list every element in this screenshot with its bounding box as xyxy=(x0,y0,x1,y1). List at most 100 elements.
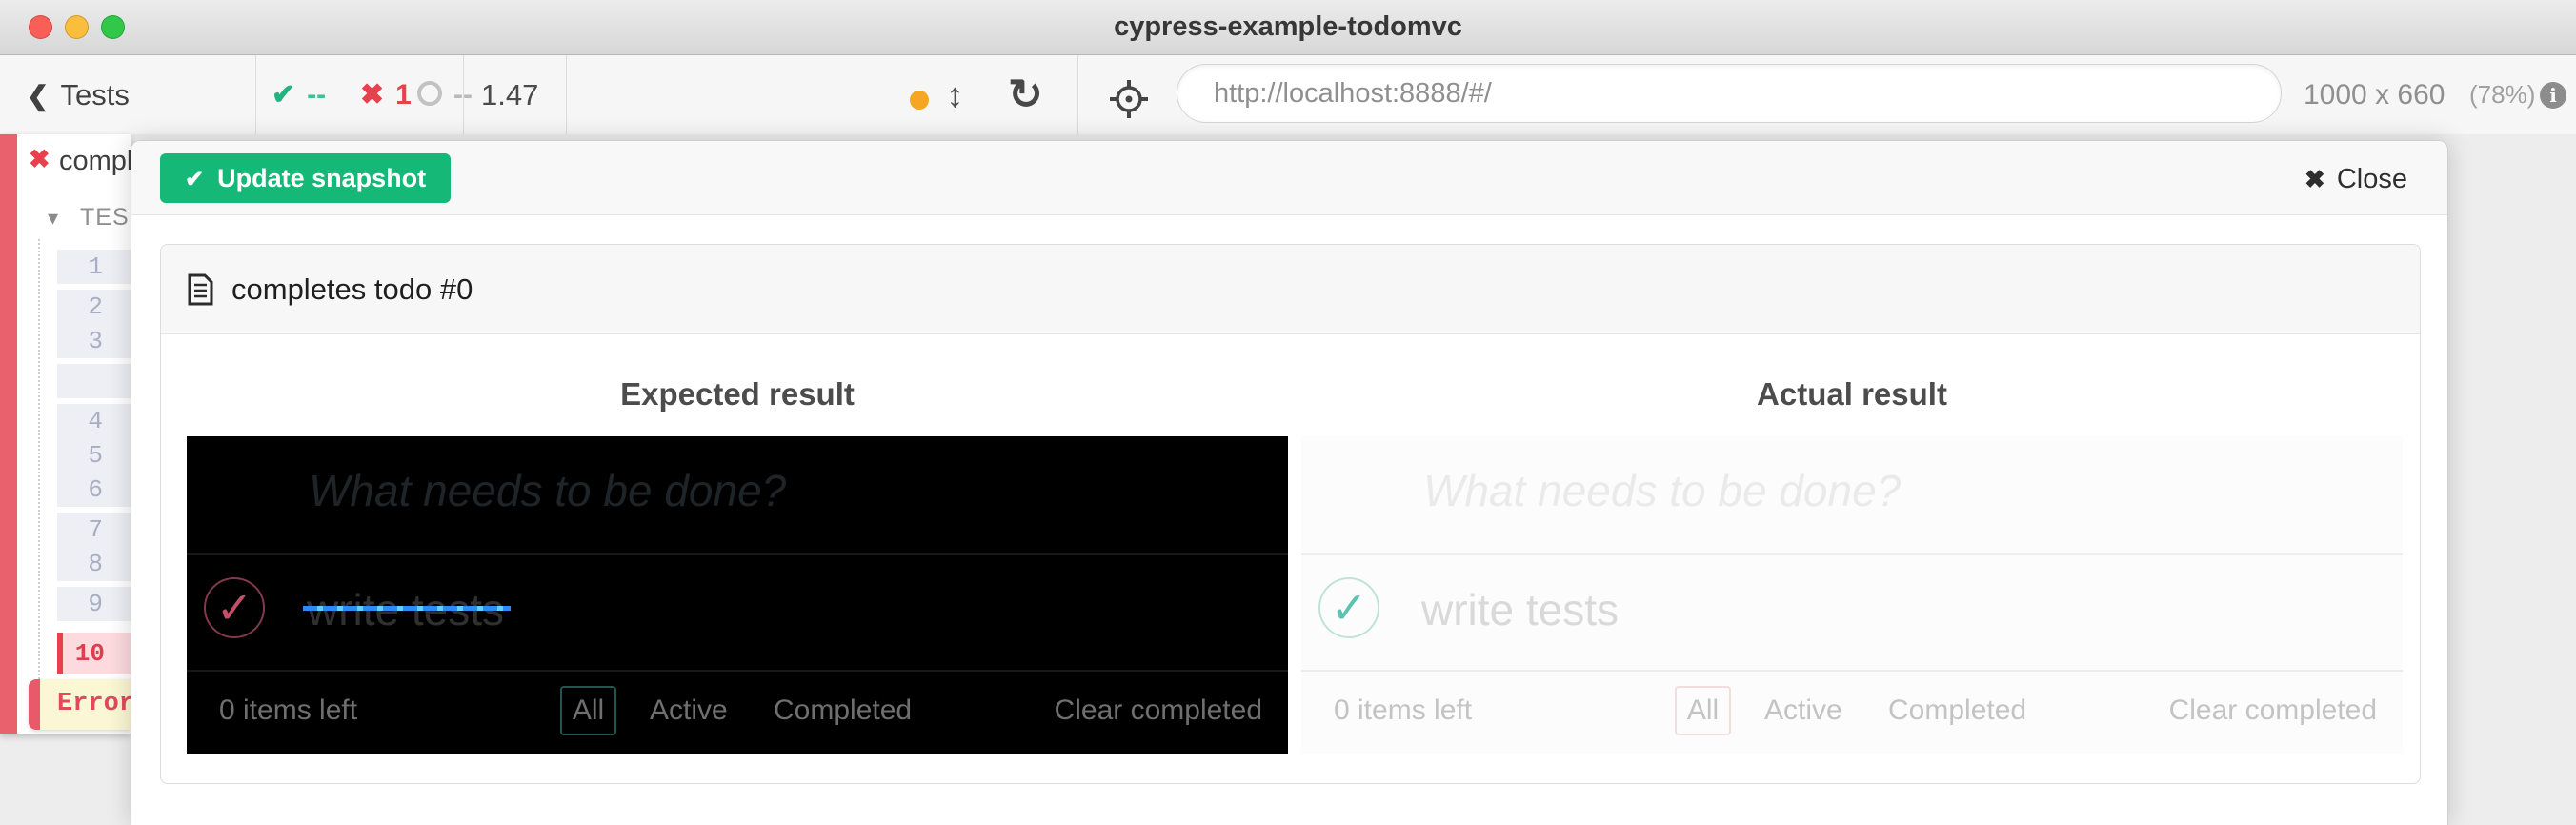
code-line: 3 xyxy=(57,324,131,358)
error-accent-bar xyxy=(29,679,40,730)
divider xyxy=(1301,670,2403,672)
items-left-label: 0 items left xyxy=(1334,686,1472,735)
test-title-label: compl xyxy=(59,146,131,177)
code-line: 4 c xyxy=(57,404,131,438)
document-icon xyxy=(188,273,213,306)
strikethrough-line xyxy=(303,606,511,611)
line-number: 4 xyxy=(57,404,103,438)
error-banner: Error: xyxy=(29,679,131,730)
code-line: 6 xyxy=(57,473,131,507)
code-line-error: 10 xyxy=(57,633,131,674)
diff-panel-header: completes todo #0 xyxy=(161,245,2420,334)
code-line: 7 c xyxy=(57,513,131,547)
indent-guide-line xyxy=(38,239,40,679)
update-snapshot-label: Update snapshot xyxy=(217,164,426,192)
app-window: cypress-example-todomvc ❮Tests ✔-- ✖1 --… xyxy=(0,0,2576,825)
check-icon: ✔ xyxy=(185,167,204,192)
line-number: 9 xyxy=(57,587,103,621)
code-line: 9 c xyxy=(57,587,131,621)
passed-stat: ✔-- xyxy=(272,55,326,134)
update-snapshot-button[interactable]: ✔ Update snapshot xyxy=(160,153,451,203)
error-label: Error: xyxy=(57,679,131,730)
failed-stat: ✖1 xyxy=(360,55,412,134)
close-label: Close xyxy=(2337,164,2407,194)
section-label: TES xyxy=(80,204,130,231)
runner-toolbar: ❮Tests ✔-- ✖1 -- 1.47 ↕ ↻ xyxy=(0,55,2576,135)
failed-test-strip xyxy=(0,134,17,734)
filter-active: Active xyxy=(1764,686,1842,735)
todo-check-icon: ✓ xyxy=(1331,583,1368,633)
code-line: 2 c xyxy=(57,290,131,324)
test-failed-icon: ✖ xyxy=(29,145,50,174)
todo-check-icon: ✓ xyxy=(216,583,253,633)
crosshair-icon xyxy=(1109,79,1149,119)
code-line: c xyxy=(57,364,131,398)
todo-toggle-icon: ✓ xyxy=(1318,577,1379,638)
actual-snapshot-image: What needs to be done? ✓ write tests 0 i… xyxy=(1301,436,2403,754)
line-number: 7 xyxy=(57,513,103,547)
line-number: 5 xyxy=(57,438,103,473)
viewport-info-icon[interactable]: i xyxy=(2540,82,2566,109)
divider xyxy=(187,553,1288,555)
pending-count: -- xyxy=(453,79,473,111)
viewport-zoom-label: (78%) xyxy=(2469,55,2535,134)
line-number: 10 xyxy=(59,633,105,674)
failed-cross-icon: ✖ xyxy=(360,79,384,111)
filter-completed: Completed xyxy=(774,686,912,735)
url-bar[interactable]: http://localhost:8888/#/ xyxy=(1177,64,2282,123)
close-icon: ✖ xyxy=(2304,165,2325,193)
divider xyxy=(1301,553,2403,555)
viewport-indicator: ↕ xyxy=(910,55,963,134)
code-line: 5 xyxy=(57,438,131,473)
code-line: 1 v xyxy=(57,250,131,284)
back-to-tests-label: Tests xyxy=(60,78,129,111)
actual-result-header: Actual result xyxy=(1301,376,2403,412)
back-to-tests-button[interactable]: ❮ Tests xyxy=(27,55,130,134)
passed-count: -- xyxy=(307,79,326,111)
toolbar-divider xyxy=(566,55,567,134)
filter-completed: Completed xyxy=(1888,686,2026,735)
test-duration: 1.47 xyxy=(481,55,538,134)
viewport-size-label: 1000 x 660 xyxy=(2304,55,2445,134)
expected-result-header: Expected result xyxy=(187,376,1288,412)
toolbar-divider xyxy=(1077,55,1078,134)
refresh-icon: ↻ xyxy=(1008,71,1043,118)
line-number: 6 xyxy=(57,473,103,507)
clear-completed-label: Clear completed xyxy=(1055,686,1262,735)
pending-stat: -- xyxy=(417,55,473,134)
filter-all: All xyxy=(1675,686,1731,735)
todo-toggle-icon: ✓ xyxy=(204,577,265,638)
items-left-label: 0 items left xyxy=(219,686,357,735)
code-line: 8 xyxy=(57,547,131,581)
filter-all: All xyxy=(560,686,616,735)
diff-test-title: completes todo #0 xyxy=(231,245,473,334)
diff-panel: completes todo #0 Expected result Actual… xyxy=(160,244,2421,784)
pending-circle-icon xyxy=(417,81,442,106)
toolbar-divider xyxy=(255,55,256,134)
failed-count: 1 xyxy=(395,79,412,111)
todo-item-text: write tests xyxy=(1421,584,1619,635)
caret-down-icon: ▾ xyxy=(48,206,58,231)
todo-input-placeholder: What needs to be done? xyxy=(309,465,786,516)
back-chevron-icon: ❮ xyxy=(27,81,49,111)
titlebar: cypress-example-todomvc xyxy=(0,0,2576,55)
reporter-sidebar: ✖ compl ▾ TES 1 v 2 c 3 c 4 c 5 xyxy=(0,134,131,734)
selector-playground-button[interactable] xyxy=(1109,75,1149,115)
snapshot-diff-modal: ✔ Update snapshot ✖ Close completes todo #… xyxy=(131,140,2448,825)
viewport-dot-icon xyxy=(910,91,929,110)
todo-input-placeholder: What needs to be done? xyxy=(1423,465,1901,516)
clear-completed-label: Clear completed xyxy=(2169,686,2377,735)
line-number: 1 xyxy=(57,250,103,284)
line-number: 8 xyxy=(57,547,103,581)
window-title: cypress-example-todomvc xyxy=(0,0,2576,54)
updown-arrow-icon: ↕ xyxy=(946,75,963,114)
filter-active: Active xyxy=(650,686,728,735)
expected-snapshot-image: What needs to be done? ✓ write tests 0 i… xyxy=(187,436,1288,754)
close-modal-button[interactable]: ✖ Close xyxy=(2299,141,2413,215)
modal-header: ✔ Update snapshot ✖ Close xyxy=(131,141,2447,215)
url-text: http://localhost:8888/#/ xyxy=(1214,65,2281,122)
divider xyxy=(187,670,1288,672)
line-number: 2 xyxy=(57,290,103,324)
line-number: 3 xyxy=(57,324,103,358)
reload-button[interactable]: ↻ xyxy=(1008,55,1043,134)
